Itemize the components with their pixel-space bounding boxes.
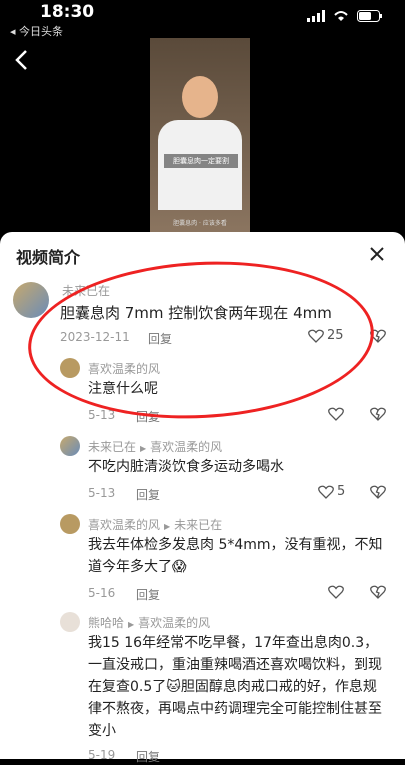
reply-arrow-icon: ▶	[164, 522, 171, 531]
like-button[interactable]	[328, 585, 344, 599]
video-player[interactable]: 胆囊息肉一定要割 胆囊息肉 · 应该多看	[150, 38, 250, 233]
reply-to-user[interactable]: 未来已在	[174, 518, 222, 532]
like-button[interactable]: 25	[308, 328, 344, 343]
comment-user[interactable]: 喜欢温柔的风	[88, 360, 160, 377]
back-arrow-icon[interactable]	[12, 48, 32, 72]
avatar[interactable]	[60, 612, 80, 632]
comment-user-line: 熊哈哈 ▶ 喜欢温柔的风	[88, 614, 210, 631]
heart-icon	[318, 485, 334, 499]
close-icon[interactable]	[365, 242, 389, 266]
comment-user[interactable]: 未来已在	[88, 440, 136, 454]
comment-text: 胆囊息肉 7mm 控制饮食两年现在 4mm	[60, 304, 332, 322]
comment-date: 5-13	[88, 408, 116, 422]
heart-icon	[308, 329, 324, 343]
reply-arrow-icon: ▶	[128, 620, 135, 629]
broken-heart-icon[interactable]	[370, 485, 386, 499]
sheet-title: 视频简介	[16, 248, 81, 267]
comment-user[interactable]: 喜欢温柔的风	[88, 518, 160, 532]
comment-user[interactable]: 熊哈哈	[88, 616, 124, 630]
reply-arrow-icon: ▶	[140, 444, 147, 453]
like-button[interactable]	[328, 407, 344, 421]
broken-heart-icon[interactable]	[370, 407, 386, 421]
comment-date: 5-19	[88, 748, 116, 762]
broken-heart-icon[interactable]	[370, 585, 386, 599]
broken-heart-icon[interactable]	[370, 329, 386, 343]
reply-button[interactable]: 回复	[136, 586, 160, 603]
avatar[interactable]	[13, 282, 49, 318]
comment-date: 2023-12-11	[60, 330, 130, 344]
reply-button[interactable]: 回复	[136, 408, 160, 425]
avatar[interactable]	[60, 436, 80, 456]
like-button[interactable]: 5	[318, 484, 345, 499]
video-area[interactable]: 胆囊息肉一定要割 胆囊息肉 · 应该多看	[0, 0, 405, 235]
reply-to-user[interactable]: 喜欢温柔的风	[138, 616, 210, 630]
comment-text: 我15 16年经常不吃早餐，17年查出息肉0.3，一直没戒口，重油重辣喝酒还喜欢…	[88, 635, 382, 739]
presenter-head	[182, 76, 218, 118]
comment-text: 不吃内脏清淡饮食多运动多喝水	[88, 459, 284, 475]
avatar[interactable]	[60, 514, 80, 534]
comment-user[interactable]: 未来已在	[62, 282, 110, 299]
comment-text: 注意什么呢	[88, 381, 158, 397]
video-caption: 胆囊息肉一定要割	[164, 154, 238, 168]
heart-icon	[328, 585, 344, 599]
reply-button[interactable]: 回复	[136, 748, 160, 765]
avatar[interactable]	[60, 358, 80, 378]
comment-date: 5-16	[88, 586, 116, 600]
comment-text: 我去年体检多发息肉 5*4mm，没有重视，不知道今年多大了😱	[88, 537, 383, 575]
comment-date: 5-13	[88, 486, 116, 500]
reply-button[interactable]: 回复	[136, 486, 160, 503]
comment-user-line: 喜欢温柔的风 ▶ 未来已在	[88, 516, 222, 533]
video-caption-bottom: 胆囊息肉 · 应该多看	[173, 220, 227, 227]
reply-to-user[interactable]: 喜欢温柔的风	[150, 440, 222, 454]
comment-user-line: 未来已在 ▶ 喜欢温柔的风	[88, 438, 222, 455]
heart-icon	[328, 407, 344, 421]
reply-button[interactable]: 回复	[148, 330, 172, 347]
like-count: 25	[327, 328, 344, 343]
like-count: 5	[337, 484, 346, 499]
